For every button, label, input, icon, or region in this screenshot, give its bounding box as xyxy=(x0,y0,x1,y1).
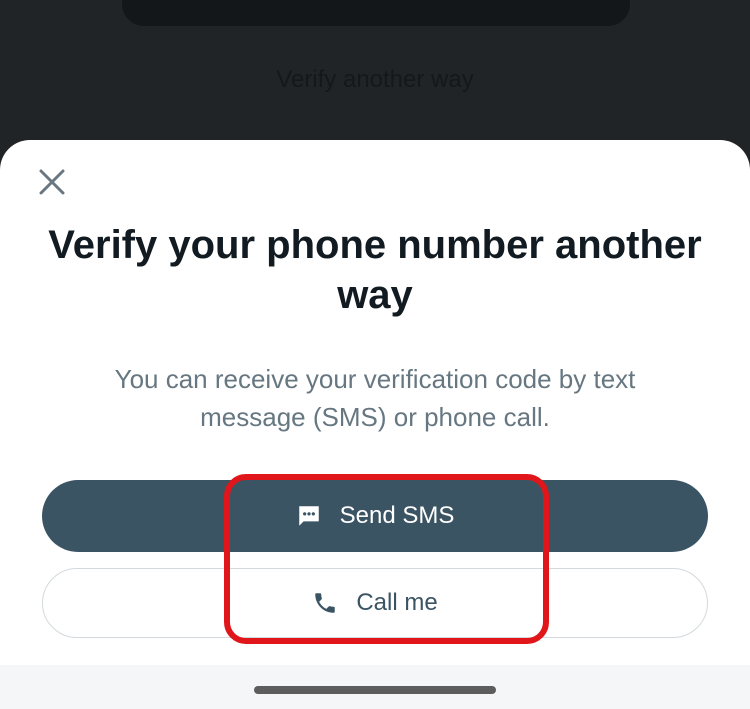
call-me-label: Call me xyxy=(356,589,438,616)
send-sms-label: Send SMS xyxy=(339,502,455,529)
call-me-button[interactable]: Call me xyxy=(42,568,708,638)
background-primary-button xyxy=(122,0,630,26)
sheet-title: Verify your phone number another way xyxy=(48,223,702,317)
phone-icon xyxy=(315,593,336,613)
close-button[interactable] xyxy=(30,160,74,204)
close-icon xyxy=(39,169,65,195)
home-indicator[interactable] xyxy=(254,686,496,694)
message-icon xyxy=(298,506,319,526)
bottom-sheet: Verify your phone number another way You… xyxy=(0,140,750,709)
send-sms-button[interactable]: Send SMS xyxy=(42,480,708,552)
sheet-subtitle: You can receive your verification code b… xyxy=(114,364,636,432)
verify-another-way-link: Verify another way xyxy=(276,66,474,93)
